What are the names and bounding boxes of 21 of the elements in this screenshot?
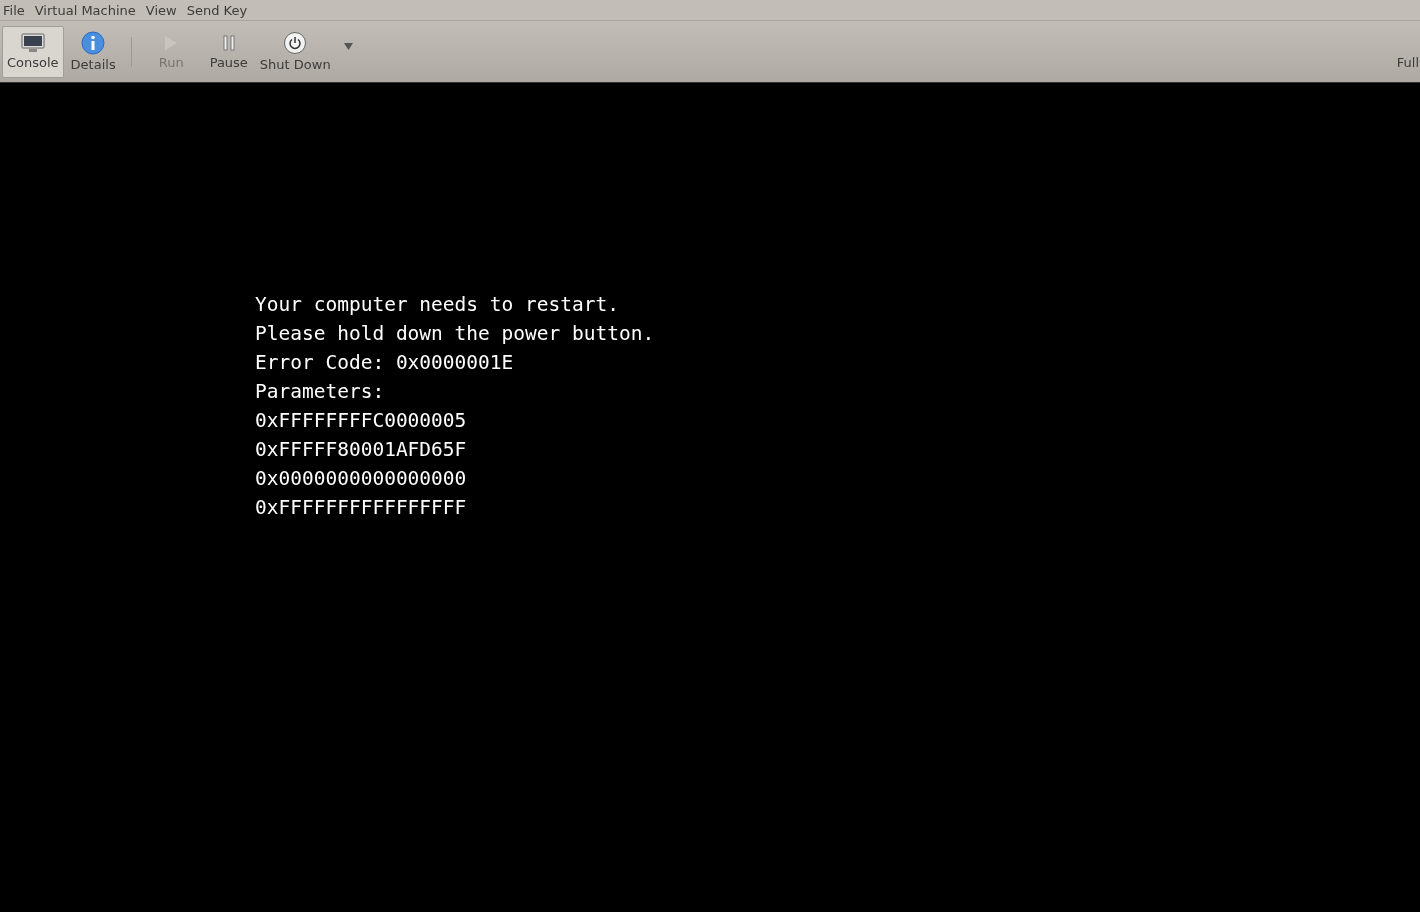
toolbar-button[interactable]: Console xyxy=(2,25,64,78)
console-text: Error Code: 0x0000001E xyxy=(255,350,515,376)
console-text: Please hold down the power button. xyxy=(255,321,656,347)
monitor-icon xyxy=(20,33,45,53)
console-text: 0x0000000000000000 xyxy=(255,466,468,492)
toolbar-button[interactable]: Shut Down xyxy=(254,25,336,78)
info-icon xyxy=(81,31,106,55)
console-text: Your computer needs to restart. xyxy=(255,292,620,318)
menu-item[interactable]: File xyxy=(3,2,25,18)
console-text: 0xFFFFF80001AFD65F xyxy=(255,437,468,463)
menu-item[interactable]: View xyxy=(145,2,177,18)
toolbar-button[interactable]: Details xyxy=(65,25,121,78)
menu-item[interactable]: Send Key xyxy=(186,2,248,18)
console-text: 0xFFFFFFFFC0000005 xyxy=(255,408,468,434)
console-text: Parameters: xyxy=(255,379,386,405)
power-icon xyxy=(283,31,308,55)
menu-item[interactable]: Virtual Machine xyxy=(34,2,136,18)
toolbar-button[interactable]: Pause xyxy=(204,25,253,78)
fullscreen-button[interactable]: Full xyxy=(1395,25,1420,78)
dropdown-arrow-icon[interactable] xyxy=(343,43,353,50)
console-text: 0xFFFFFFFFFFFFFFFF xyxy=(255,495,468,521)
